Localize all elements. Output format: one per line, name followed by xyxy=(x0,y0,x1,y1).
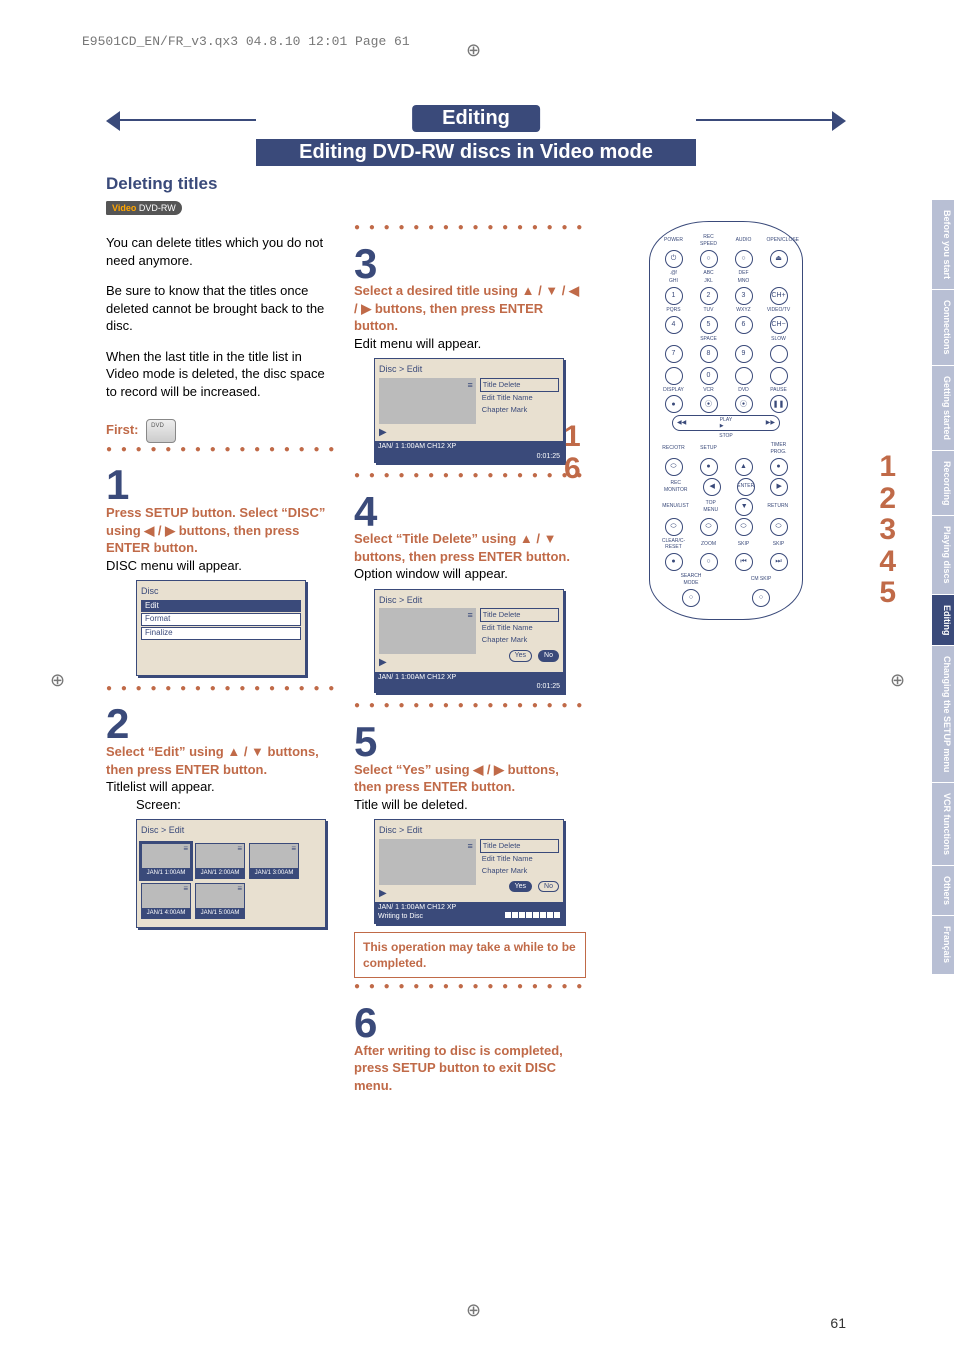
side-tab: Playing discs xyxy=(932,516,954,594)
section-banner: Editing DVD-RW discs in Video mode xyxy=(256,139,696,166)
crop-mark-top: ⊕ xyxy=(466,40,481,61)
file-header: E9501CD_EN/FR_v3.qx3 04.8.10 12:01 Page … xyxy=(82,34,410,49)
crop-mark-bottom: ⊕ xyxy=(466,1300,481,1321)
subsection-title: Deleting titles xyxy=(106,174,846,194)
side-tab: Français xyxy=(932,916,954,973)
step-number-1: 1 xyxy=(106,466,338,504)
step-3-body: Edit menu will appear. xyxy=(354,335,586,353)
page-number: 61 xyxy=(830,1315,846,1331)
first-label: First: xyxy=(106,421,139,439)
step-6-instruction: After writing to disc is completed, pres… xyxy=(354,1042,586,1095)
side-tab: VCR functions xyxy=(932,783,954,865)
writing-screen: Disc > Edit ▶ Title DeleteEdit Title Nam… xyxy=(374,819,564,924)
dvd-power-icon xyxy=(146,419,176,443)
chapter-title: Editing xyxy=(412,105,540,132)
intro-paragraph: Be sure to know that the titles once del… xyxy=(106,282,338,335)
intro-paragraph: When the last title in the title list in… xyxy=(106,348,338,401)
step-2-instruction: Select “Edit” using ▲ / ▼ buttons, then … xyxy=(106,743,338,778)
step-divider: ● ● ● ● ● ● ● ● ● ● ● ● ● ● ● ● ● ● ● ● … xyxy=(106,682,338,696)
callout-steps-right: 12345 xyxy=(879,451,896,609)
step-5-instruction: Select “Yes” using ◀ / ▶ buttons, then p… xyxy=(354,761,586,796)
step-number-4: 4 xyxy=(354,493,586,531)
side-navigation-tabs: Before you startConnectionsGetting start… xyxy=(932,200,954,974)
step-divider: ● ● ● ● ● ● ● ● ● ● ● ● ● ● ● ● ● ● ● ● … xyxy=(106,443,338,457)
step-1-instruction: Press SETUP button. Select “DISC” using … xyxy=(106,504,338,557)
crop-mark-left: ⊕ xyxy=(50,670,65,691)
disc-type-badge: Video DVD-RW xyxy=(106,201,182,215)
step-divider: ● ● ● ● ● ● ● ● ● ● ● ● ● ● ● ● ● ● ● ● … xyxy=(354,221,586,235)
side-tab: Connections xyxy=(932,290,954,365)
side-tab: Changing the SETUP menu xyxy=(932,646,954,782)
step-number-2: 2 xyxy=(106,705,338,743)
step-divider: ● ● ● ● ● ● ● ● ● ● ● ● ● ● ● ● ● ● ● ● … xyxy=(354,469,586,483)
chapter-title-banner: Editing xyxy=(106,105,846,135)
warning-callout: This operation may take a while to be co… xyxy=(354,932,586,978)
side-tab: Getting started xyxy=(932,366,954,450)
side-tab: Others xyxy=(932,866,954,915)
disc-menu-screen: Disc EditFormatFinalize xyxy=(136,580,306,676)
step-4-body: Option window will appear. xyxy=(354,565,586,583)
step-4-instruction: Select “Title Delete” using ▲ / ▼ button… xyxy=(354,530,586,565)
screen-label: Screen: xyxy=(106,796,338,814)
step-3-instruction: Select a desired title using ▲ / ▼ / ◀ /… xyxy=(354,282,586,335)
step-1-body: DISC menu will appear. xyxy=(106,557,338,575)
step-5-body: Title will be deleted. xyxy=(354,796,586,814)
step-number-3: 3 xyxy=(354,245,586,283)
side-tab: Before you start xyxy=(932,200,954,289)
step-2-body: Titlelist will appear. xyxy=(106,778,338,796)
titlelist-screen: Disc > Edit JAN/1 1:00AMJAN/1 2:00AMJAN/… xyxy=(136,819,326,927)
crop-mark-right: ⊕ xyxy=(890,670,905,691)
remote-control-diagram: POWERREC SPEEDAUDIOOPEN/CLOSE ⏻○○⏏ .@!AB… xyxy=(649,221,803,620)
step-number-6: 6 xyxy=(354,1004,586,1042)
callout-steps-left: 16 xyxy=(564,421,581,484)
edit-menu-screen: Disc > Edit ▶ Title DeleteEdit Title Nam… xyxy=(374,358,564,463)
step-number-5: 5 xyxy=(354,723,586,761)
step-divider: ● ● ● ● ● ● ● ● ● ● ● ● ● ● ● ● ● ● ● ● … xyxy=(354,699,586,713)
side-tab: Editing xyxy=(932,595,954,646)
side-tab: Recording xyxy=(932,451,954,516)
step-divider: ● ● ● ● ● ● ● ● ● ● ● ● ● ● ● ● ● ● ● ● … xyxy=(354,980,586,994)
confirm-screen: Disc > Edit ▶ Title DeleteEdit Title Nam… xyxy=(374,589,564,694)
intro-paragraph: You can delete titles which you do not n… xyxy=(106,234,338,269)
